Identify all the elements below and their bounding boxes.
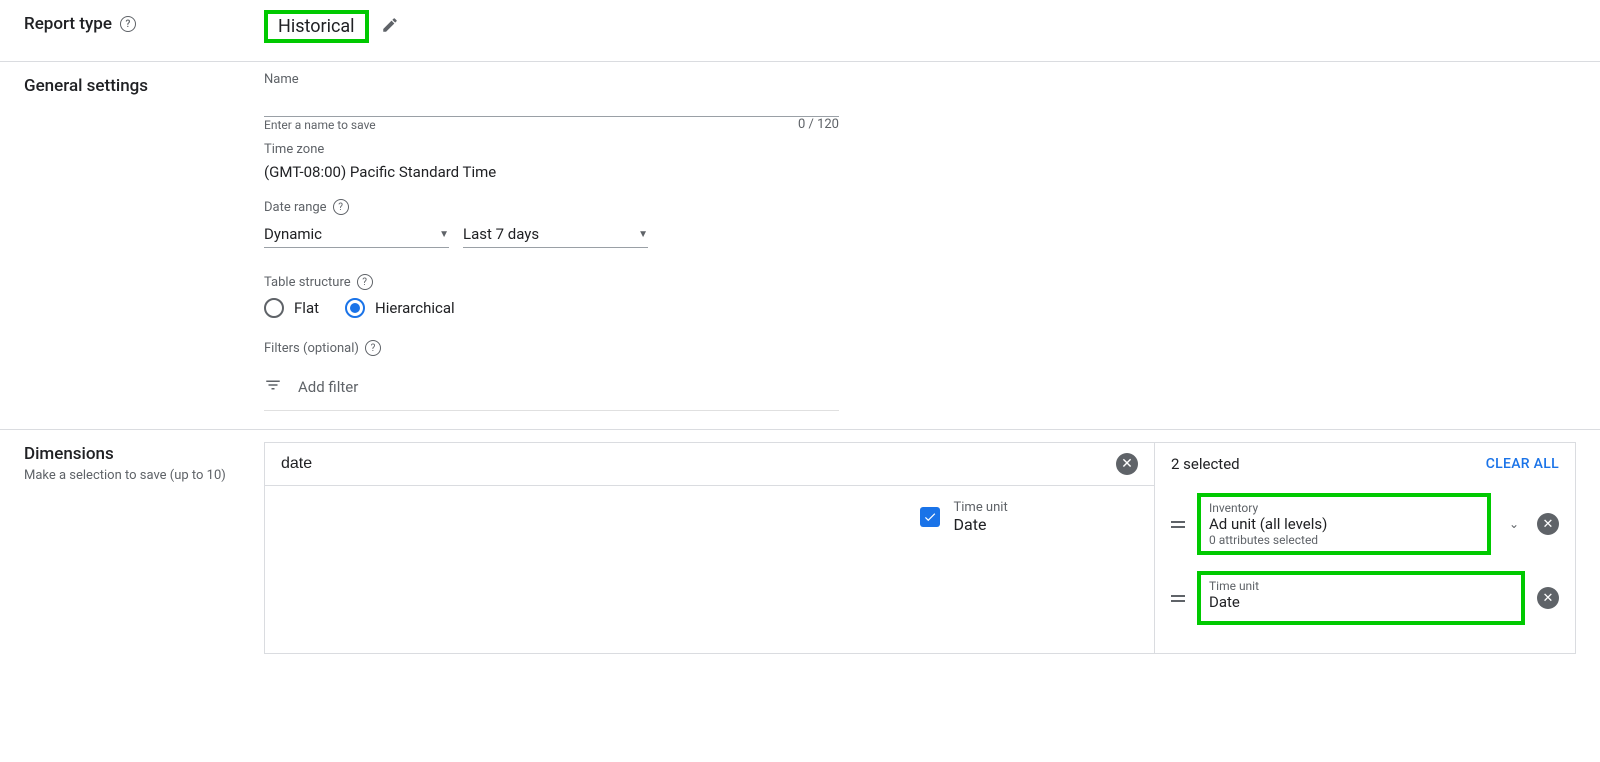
radio-flat-label: Flat: [294, 299, 319, 317]
dimensions-panel: ✕ Time unit Date 2 selected CLEAR ALL: [264, 442, 1576, 654]
name-counter: 0 / 120: [798, 117, 839, 132]
remove-icon[interactable]: ✕: [1537, 587, 1559, 609]
dimensions-section: Dimensions Make a selection to save (up …: [0, 430, 1600, 654]
selected-dimension-attr: 0 attributes selected: [1209, 533, 1479, 547]
selected-count: 2 selected: [1171, 455, 1240, 473]
selected-dimension-name: Date: [1209, 593, 1513, 611]
timezone-label: Time zone: [264, 142, 1576, 157]
radio-flat[interactable]: Flat: [264, 298, 319, 318]
radio-hierarchical-label: Hierarchical: [375, 299, 455, 317]
clear-search-icon[interactable]: ✕: [1116, 453, 1138, 475]
daterange-mode-value: Dynamic: [264, 225, 322, 243]
filter-icon: [264, 376, 282, 398]
radio-icon: [264, 298, 284, 318]
add-filter-label: Add filter: [298, 378, 358, 396]
daterange-mode-select[interactable]: Dynamic ▼: [264, 221, 449, 248]
dimensions-label: Dimensions: [24, 444, 264, 464]
report-type-section: Report type ? Historical: [0, 0, 1600, 62]
dimension-result-name: Date: [954, 515, 1139, 534]
name-input[interactable]: [264, 89, 839, 117]
expand-icon[interactable]: ⌄: [1503, 517, 1525, 531]
timezone-value: (GMT-08:00) Pacific Standard Time: [264, 163, 1576, 181]
dimensions-available: ✕ Time unit Date: [265, 443, 1155, 653]
selected-dimension-item: Time unit Date ✕: [1155, 563, 1575, 633]
report-type-label: Report type: [24, 14, 112, 34]
selected-dimension-name: Ad unit (all levels): [1209, 515, 1479, 533]
dimensions-selected: 2 selected CLEAR ALL Inventory Ad unit (…: [1155, 443, 1575, 653]
help-icon[interactable]: ?: [120, 16, 136, 32]
name-placeholder-hint: Enter a name to save: [264, 118, 376, 132]
dimensions-search-input[interactable]: [281, 455, 1116, 473]
radio-icon: [345, 298, 365, 318]
general-settings-section: General settings Name Enter a name to sa…: [0, 62, 1600, 430]
selected-dimension-category: Time unit: [1209, 579, 1513, 593]
drag-handle-icon[interactable]: [1171, 595, 1185, 602]
table-structure-label: Table structure: [264, 275, 351, 290]
selected-dimension-category: Inventory: [1209, 501, 1479, 515]
clear-all-button[interactable]: CLEAR ALL: [1486, 456, 1559, 472]
checkbox-checked-icon[interactable]: [920, 507, 940, 527]
help-icon[interactable]: ?: [333, 199, 349, 215]
dimension-result-row[interactable]: Time unit Date: [265, 486, 1154, 548]
filters-label: Filters (optional): [264, 341, 359, 356]
daterange-label: Date range: [264, 200, 327, 215]
caret-down-icon: ▼: [439, 229, 449, 240]
drag-handle-icon[interactable]: [1171, 521, 1185, 528]
help-icon[interactable]: ?: [357, 274, 373, 290]
name-label: Name: [264, 72, 1576, 87]
dimension-result-category: Time unit: [954, 500, 1139, 515]
edit-icon[interactable]: [381, 16, 399, 38]
daterange-preset-select[interactable]: Last 7 days ▼: [463, 221, 648, 248]
help-icon[interactable]: ?: [365, 340, 381, 356]
general-settings-label: General settings: [24, 76, 264, 96]
remove-icon[interactable]: ✕: [1537, 513, 1559, 535]
selected-dimension-body: Time unit Date: [1197, 571, 1525, 625]
caret-down-icon: ▼: [638, 229, 648, 240]
selected-dimension-body: Inventory Ad unit (all levels) 0 attribu…: [1197, 493, 1491, 555]
report-type-value: Historical: [264, 10, 369, 43]
dimensions-sublabel: Make a selection to save (up to 10): [24, 468, 264, 483]
daterange-preset-value: Last 7 days: [463, 225, 539, 243]
selected-dimension-item: Inventory Ad unit (all levels) 0 attribu…: [1155, 485, 1575, 563]
radio-hierarchical[interactable]: Hierarchical: [345, 298, 455, 318]
add-filter-button[interactable]: Add filter: [264, 366, 839, 411]
